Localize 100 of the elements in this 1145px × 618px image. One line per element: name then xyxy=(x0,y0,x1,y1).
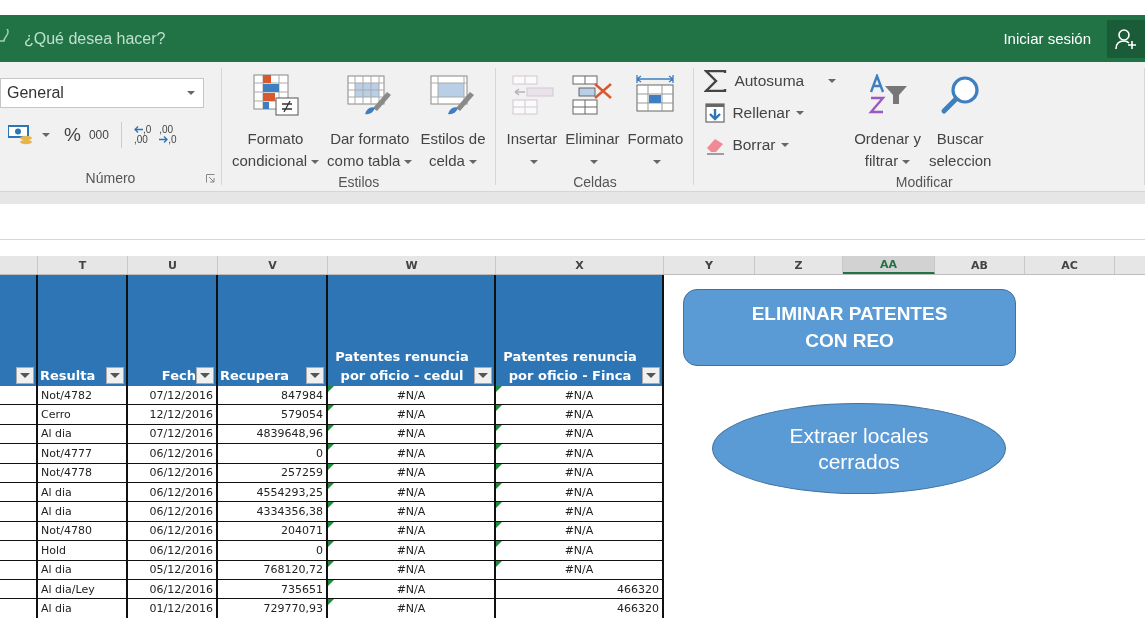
column-header[interactable]: AC xyxy=(1025,256,1115,274)
group-label: Modificar xyxy=(895,173,953,190)
filter-button[interactable] xyxy=(306,367,324,384)
error-indicator-icon xyxy=(328,541,334,548)
table-cell: #N/A xyxy=(496,482,664,503)
group-label: Estilos xyxy=(338,173,380,190)
table-cell: 0 xyxy=(218,444,328,464)
filter-button[interactable] xyxy=(196,367,214,384)
table-cell: #N/A xyxy=(496,560,664,580)
ribbon-button[interactable]: Estilos de celda xyxy=(416,62,490,172)
caret-icon xyxy=(653,160,662,165)
table-cell: #N/A xyxy=(496,386,664,406)
error-indicator-icon xyxy=(328,444,334,451)
column-header[interactable]: AA xyxy=(843,256,935,274)
error-indicator-icon xyxy=(328,424,334,431)
dialog-launcher-icon[interactable] xyxy=(206,174,215,183)
error-indicator-icon xyxy=(328,502,334,509)
table-cell: Not/4782 xyxy=(38,386,128,406)
increase-decimal-button[interactable]: ,0 ,00 xyxy=(133,125,152,145)
column-header[interactable]: Y xyxy=(664,256,755,274)
sigma-icon xyxy=(704,70,729,92)
caret-icon xyxy=(828,79,837,83)
sign-in-link[interactable]: Iniciar sesión xyxy=(1003,30,1091,47)
table-cell: 466320 xyxy=(496,599,664,618)
table-cell: #N/A xyxy=(328,541,496,561)
table-brush-icon xyxy=(346,74,393,116)
right-arrow-icon xyxy=(159,136,169,143)
error-indicator-icon xyxy=(496,405,502,412)
filter-button[interactable] xyxy=(474,367,492,384)
table-cell: #N/A xyxy=(328,405,496,425)
error-indicator-icon xyxy=(496,560,502,567)
table-cell: Hold xyxy=(38,541,128,561)
error-indicator-icon xyxy=(496,482,502,489)
column-header[interactable]: AB xyxy=(935,256,1025,274)
ribbon-button[interactable]: Eliminar xyxy=(561,62,624,172)
thousands-separator-button[interactable]: 000 xyxy=(88,128,109,142)
number-format-dropdown[interactable]: General xyxy=(0,78,204,108)
table-cell: #N/A xyxy=(328,521,496,542)
caret-icon xyxy=(468,160,477,165)
table-cell: 257259 xyxy=(218,463,328,483)
error-indicator-icon xyxy=(496,444,502,451)
table-cell: #N/A xyxy=(496,521,664,542)
error-indicator-icon xyxy=(328,463,334,470)
table-cell: #N/A xyxy=(328,502,496,522)
table-cell: #N/A xyxy=(496,502,664,522)
table-cell: #N/A xyxy=(496,405,664,425)
error-indicator-icon xyxy=(496,386,502,392)
percent-button[interactable]: % xyxy=(64,124,81,146)
ribbon-button[interactable]: Formato condicional xyxy=(228,62,324,172)
table-cell xyxy=(0,482,38,503)
ribbon-button[interactable]: Dar formato como tabla xyxy=(323,62,417,172)
table-cell xyxy=(0,502,38,522)
share-button[interactable] xyxy=(1107,19,1145,58)
table-cell: Al dia xyxy=(38,502,128,522)
filter-button[interactable] xyxy=(106,367,124,384)
error-indicator-icon xyxy=(496,521,502,528)
column-header[interactable]: X xyxy=(496,256,664,274)
table-cell: 01/12/2016 xyxy=(128,599,218,618)
table-cell: 579054 xyxy=(218,405,328,425)
table-cell xyxy=(0,521,38,542)
caret-icon xyxy=(590,160,599,165)
table-cell xyxy=(0,463,38,483)
caret-icon[interactable] xyxy=(42,133,50,137)
error-indicator-icon xyxy=(496,541,502,548)
table-cell: Al dia xyxy=(38,560,128,580)
table-cell xyxy=(0,541,38,561)
ribbon-button[interactable]: Buscar seleccion xyxy=(924,62,996,172)
column-header[interactable]: V xyxy=(218,256,328,274)
table-cell: Cerro xyxy=(38,405,128,425)
ribbon-button[interactable]: Ordenar y filtrar xyxy=(850,62,925,172)
table-cell xyxy=(0,424,38,445)
error-indicator-icon xyxy=(328,560,334,567)
tell-me-search[interactable]: ¿Qué desea hacer? xyxy=(24,29,166,48)
table-cell: #N/A xyxy=(496,463,664,483)
filter-button[interactable] xyxy=(16,367,34,384)
ribbon-small-button[interactable]: Autosuma xyxy=(704,68,837,94)
conditional-format-icon xyxy=(252,74,299,116)
group-label: Celdas xyxy=(573,173,617,190)
table-cell: 05/12/2016 xyxy=(128,560,218,580)
column-title: Recupera xyxy=(220,367,290,385)
caret-icon xyxy=(529,160,538,165)
column-title: Resulta xyxy=(40,367,96,385)
column-header[interactable]: U xyxy=(128,256,218,274)
error-indicator-icon xyxy=(496,463,502,470)
table-cell: 06/12/2016 xyxy=(128,521,218,542)
currency-icon[interactable] xyxy=(8,123,34,147)
ribbon-small-button[interactable]: Borrar xyxy=(704,132,837,158)
table-cell: 735651 xyxy=(218,579,328,600)
filter-button[interactable] xyxy=(642,367,660,384)
ribbon-small-button[interactable]: Rellenar xyxy=(704,100,837,126)
column-header[interactable]: T xyxy=(38,256,128,274)
table-cell: 12/12/2016 xyxy=(128,405,218,425)
table-cell: 07/12/2016 xyxy=(128,386,218,406)
column-header[interactable]: W xyxy=(328,256,496,274)
table-cell: #N/A xyxy=(328,444,496,464)
column-title: Fech xyxy=(161,367,196,385)
table-cell: #N/A xyxy=(328,560,496,580)
decrease-decimal-button[interactable]: ,00 ,0 xyxy=(159,125,177,145)
table-cell: #N/A xyxy=(328,463,496,483)
ribbon-button[interactable]: Formato xyxy=(623,62,688,172)
